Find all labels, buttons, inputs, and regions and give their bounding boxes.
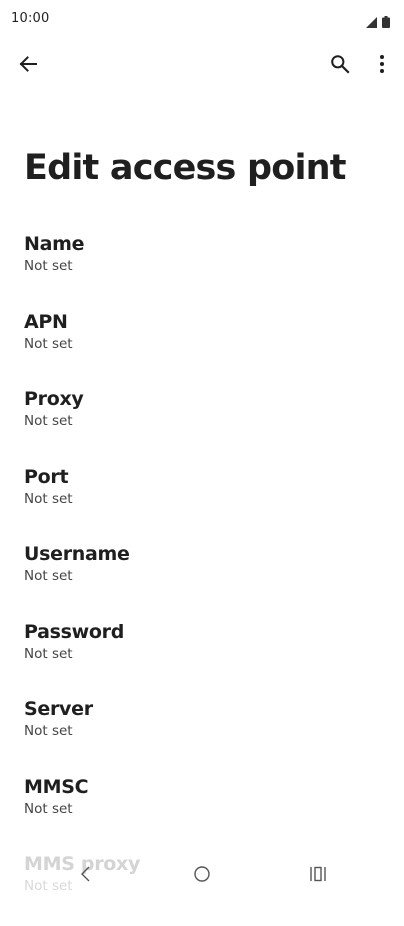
pref-summary: Not set bbox=[24, 335, 73, 352]
status-icons bbox=[366, 13, 390, 32]
pref-name[interactable]: Name Not set bbox=[0, 228, 404, 306]
more-options-button[interactable] bbox=[362, 46, 402, 86]
pref-summary: Not set bbox=[24, 258, 73, 274]
pref-summary: Not set bbox=[24, 800, 73, 817]
pref-password[interactable]: Password Not set bbox=[0, 616, 404, 694]
pref-server[interactable]: Server Not set bbox=[0, 693, 404, 771]
pref-title: Proxy bbox=[24, 388, 84, 410]
nav-home-button[interactable] bbox=[180, 854, 224, 898]
pref-username[interactable]: Username Not set bbox=[0, 538, 404, 616]
nav-back-button[interactable] bbox=[63, 854, 107, 898]
search-icon bbox=[330, 54, 350, 78]
pref-summary: Not set bbox=[24, 490, 73, 507]
nav-home-icon bbox=[193, 865, 211, 887]
pref-mmsc[interactable]: MMSC Not set bbox=[0, 771, 404, 849]
status-bar: 10:00 bbox=[0, 0, 404, 38]
nav-back-icon bbox=[78, 865, 92, 887]
more-vert-icon bbox=[379, 54, 385, 78]
pref-apn[interactable]: APN Not set bbox=[0, 306, 404, 384]
system-nav-bar bbox=[0, 850, 404, 900]
apn-settings-list: Name Not set APN Not set Proxy Not set P… bbox=[0, 228, 404, 926]
back-button[interactable] bbox=[8, 46, 48, 86]
pref-title: Server bbox=[24, 698, 93, 720]
pref-summary: Not set bbox=[24, 723, 73, 739]
signal-icon bbox=[366, 13, 377, 32]
pref-summary: Not set bbox=[24, 645, 73, 662]
nav-recents-icon bbox=[309, 866, 327, 886]
top-app-bar bbox=[0, 44, 404, 90]
battery-icon bbox=[382, 13, 390, 32]
page-title: Edit access point bbox=[24, 148, 347, 188]
arrow-back-icon bbox=[18, 54, 38, 78]
pref-proxy[interactable]: Proxy Not set bbox=[0, 383, 404, 461]
pref-title: Name bbox=[24, 233, 85, 255]
pref-title: MMSC bbox=[24, 775, 89, 798]
status-time: 10:00 bbox=[11, 11, 50, 26]
pref-summary: Not set bbox=[24, 413, 73, 429]
pref-title: Password bbox=[24, 620, 125, 643]
pref-title: Port bbox=[24, 465, 69, 488]
pref-summary: Not set bbox=[24, 568, 73, 584]
pref-title: APN bbox=[24, 310, 68, 333]
nav-recents-button[interactable] bbox=[296, 854, 340, 898]
pref-title: Username bbox=[24, 543, 130, 565]
search-button[interactable] bbox=[320, 46, 360, 86]
pref-port[interactable]: Port Not set bbox=[0, 461, 404, 539]
